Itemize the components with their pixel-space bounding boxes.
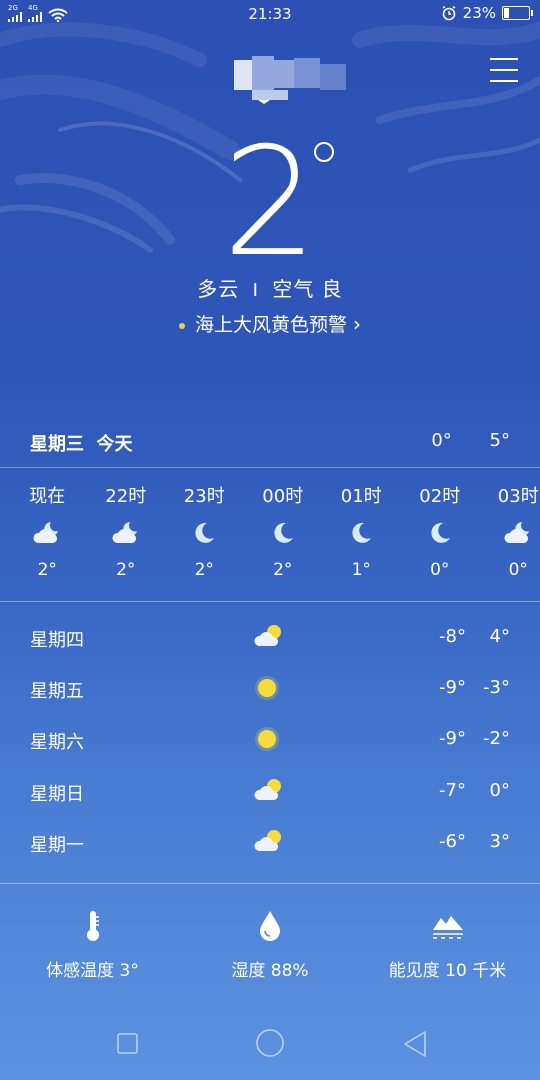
today-high: 5° — [489, 430, 510, 451]
menu-icon-line — [490, 69, 518, 71]
day-high: -3° — [483, 677, 510, 699]
battery-icon — [502, 6, 533, 20]
cloudy-night-icon — [504, 522, 530, 543]
recent-apps-button[interactable] — [116, 1032, 140, 1056]
hour-temp: 2° — [194, 560, 214, 580]
menu-icon-line — [490, 58, 518, 60]
partly-cloudy-icon — [254, 625, 281, 646]
today-label: 星期三 今天 — [30, 434, 133, 455]
day-name: 星期五 — [30, 681, 84, 703]
menu-button[interactable] — [490, 58, 518, 84]
hour-time: 00时 — [262, 486, 304, 507]
day-name: 星期一 — [30, 834, 84, 856]
hourly-item: 02时 0° — [401, 482, 480, 580]
partly-cloudy-icon — [254, 778, 281, 800]
day-low: -8° — [439, 626, 466, 647]
city-name[interactable] — [232, 56, 362, 104]
moon-icon — [195, 522, 215, 543]
hourly-forecast[interactable]: 现在 2° 22时 2° 23时 2° 00时 2° 01时 1° 02时 0° 03时 0° — [8, 482, 540, 580]
daily-item[interactable]: 星期六 -9° -2° — [0, 716, 540, 767]
condition-separator: I — [252, 280, 259, 301]
day-high: 4° — [489, 626, 510, 647]
divider — [0, 601, 540, 602]
hourly-item: 23时 2° — [165, 482, 244, 580]
visibility: 能见度 10 千米 — [380, 906, 515, 981]
alert-dot-icon — [178, 322, 185, 329]
day-name: 星期六 — [30, 732, 84, 754]
back-button[interactable] — [402, 1030, 428, 1058]
daily-item[interactable]: 星期五 -9° -3° — [0, 665, 540, 716]
weather-alert[interactable]: 海上大风黄色预警 › — [0, 310, 540, 337]
hourly-item: 00时 2° — [244, 482, 323, 580]
day-low: -9° — [439, 677, 466, 699]
hour-temp: 2° — [37, 560, 57, 580]
hourly-item: 01时 1° — [322, 482, 401, 580]
sun-icon — [255, 727, 279, 752]
day-high: 0° — [489, 779, 510, 801]
hour-time: 22时 — [105, 486, 147, 507]
hourly-item: 22时 2° — [87, 482, 166, 580]
alarm-icon — [442, 5, 456, 21]
today-temps: 0° 5° — [399, 430, 510, 451]
hour-temp: 0° — [430, 560, 450, 580]
thermometer-icon — [86, 911, 99, 941]
home-button[interactable] — [255, 1028, 285, 1058]
day-high: 3° — [489, 830, 510, 852]
feels-like: 体感温度 3° — [30, 906, 155, 981]
battery-percent: 23% — [462, 4, 496, 22]
divider — [0, 467, 540, 468]
hour-temp: 2° — [116, 560, 136, 580]
pixelated-city-label — [234, 56, 346, 104]
mountain-icon — [432, 916, 463, 939]
status-right: 23% — [441, 4, 533, 22]
daily-item[interactable]: 星期一 -6° 3° — [0, 819, 540, 870]
battery-fill — [504, 8, 510, 18]
moon-icon — [352, 522, 372, 543]
condition-line: 多云 I 空气 良 — [0, 273, 540, 302]
hour-temp: 0° — [508, 560, 528, 580]
status-bar: 2G 4G 21:33 23% — [0, 0, 540, 28]
humidity-text: 湿度 88% — [231, 961, 309, 981]
cloudy-night-icon — [112, 522, 137, 543]
air-quality[interactable]: 空气 良 — [272, 277, 342, 301]
daily-forecast: 星期四 -8° 4° 星期五 -9° -3° 星期六 -9° -2° 星期日 -7° 0° 星期一 -6°… — [0, 614, 540, 870]
daily-item[interactable]: 星期四 -8° 4° — [0, 614, 540, 665]
visibility-text: 能见度 10 千米 — [388, 961, 507, 981]
moon-icon — [274, 522, 293, 543]
hourly-item: 03时 0° — [479, 482, 540, 580]
hour-time: 01时 — [340, 486, 382, 507]
day-high: -2° — [483, 728, 510, 750]
weather-condition: 多云 — [197, 277, 240, 301]
hour-temp: 1° — [351, 560, 371, 580]
day-low: -6° — [439, 830, 466, 852]
water-drop-icon — [260, 911, 280, 941]
day-low: -9° — [439, 728, 466, 750]
sun-icon — [255, 676, 279, 701]
hour-time: 02时 — [419, 486, 461, 507]
degree-symbol — [314, 142, 334, 162]
hour-time: 23时 — [183, 486, 225, 507]
feels-like-text: 体感温度 3° — [46, 961, 139, 981]
moon-icon — [431, 522, 450, 543]
humidity: 湿度 88% — [210, 906, 330, 981]
hour-time: 现在 — [29, 486, 66, 507]
hourly-item: 现在 2° — [8, 482, 87, 580]
chevron-right-icon: › — [353, 312, 361, 336]
hour-temp: 2° — [273, 560, 293, 580]
partly-cloudy-icon — [254, 829, 281, 851]
navigation-bar — [0, 1020, 540, 1070]
day-low: -7° — [439, 779, 466, 801]
alert-text: 海上大风黄色预警 — [194, 314, 347, 336]
hour-time: 03时 — [497, 486, 539, 507]
current-temperature: 2 — [222, 116, 318, 290]
cloudy-night-icon — [33, 522, 59, 543]
day-name: 星期四 — [30, 630, 84, 651]
menu-icon-line — [490, 80, 518, 82]
daily-item[interactable]: 星期日 -7° 0° — [0, 768, 540, 819]
divider — [0, 883, 540, 884]
today-low: 0° — [431, 430, 452, 451]
day-name: 星期日 — [30, 783, 84, 805]
